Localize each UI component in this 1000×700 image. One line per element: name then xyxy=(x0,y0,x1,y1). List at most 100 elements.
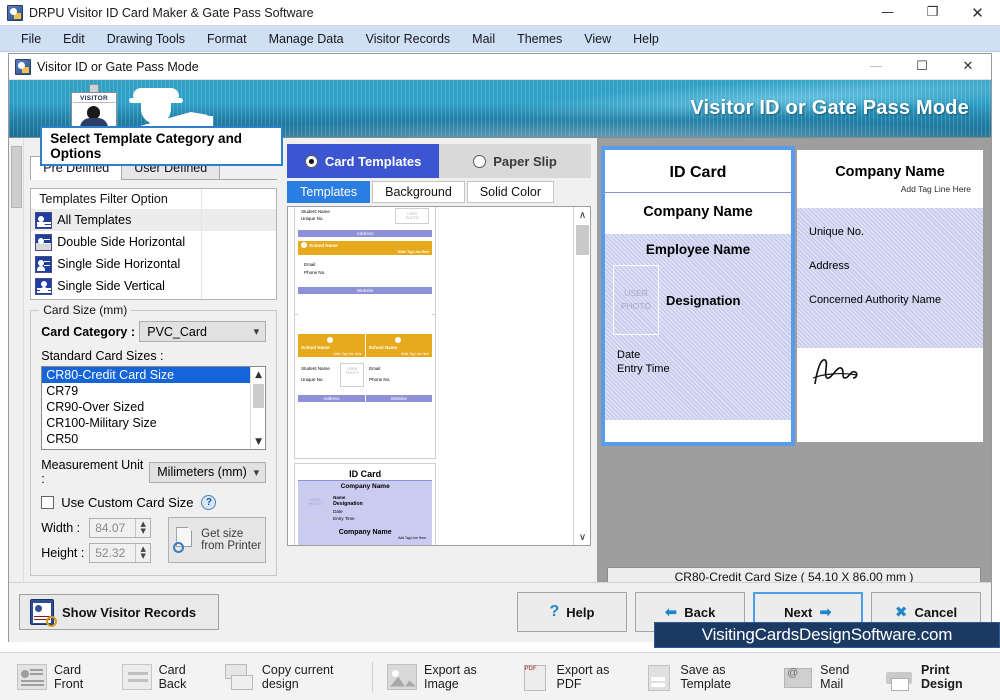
minimize-icon[interactable]: — xyxy=(865,0,910,26)
card-back-preview[interactable]: Company Name Add Tag Line Here Unique No… xyxy=(797,150,983,442)
list-item[interactable]: CR79 xyxy=(42,383,265,399)
sizes-list-scrollbar[interactable]: ▲ ▼ xyxy=(250,367,266,449)
toolbar-save-as-template[interactable]: Save as Template xyxy=(634,663,774,691)
template-thumbnail[interactable]: School Name Write Tag Line Here Student … xyxy=(294,207,437,332)
radio-card-templates[interactable]: Card Templates xyxy=(287,144,440,178)
filter-header: Templates Filter Option xyxy=(39,192,168,206)
height-row: Height : 52.32 ▲ ▼ xyxy=(41,542,168,563)
radio-label: Paper Slip xyxy=(493,153,557,169)
template-thumbnail[interactable]: ID Card Company Name USER PHOTO Name Desi… xyxy=(294,463,437,545)
thumb-text: Email xyxy=(369,366,381,371)
cancel-label: Cancel xyxy=(914,604,958,620)
preview-entry-time: Entry Time xyxy=(617,363,670,375)
thumb-photo-placeholder: USER PHOTO xyxy=(340,363,365,387)
card-category-label: Card Category : xyxy=(41,324,136,339)
templates-scrollbar-thumb[interactable] xyxy=(576,225,589,255)
arrow-left-icon: ⬅ xyxy=(664,603,678,621)
toolbar-card-back[interactable]: Card Back xyxy=(113,663,216,691)
custom-size-row: Use Custom Card Size ? xyxy=(41,495,266,510)
height-stepper[interactable]: 52.32 ▲ ▼ xyxy=(89,542,152,563)
toolbar-export-as-pdf[interactable]: Export as PDF xyxy=(511,663,635,691)
dialog-content: Select Template Category and Options Pre… xyxy=(9,126,991,642)
filter-item-double-side-horizontal[interactable]: Double Side Horizontal xyxy=(31,231,276,253)
printer-page-icon xyxy=(173,527,197,553)
filter-label: All Templates xyxy=(57,213,132,227)
card-category-select[interactable]: PVC_Card ▾ xyxy=(139,321,267,342)
guard-cap-icon xyxy=(133,88,179,98)
close-icon[interactable]: ✕ xyxy=(955,0,1000,26)
menu-file[interactable]: File xyxy=(10,28,52,50)
height-spinner-arrows[interactable]: ▲ ▼ xyxy=(135,543,150,562)
thumb-text: Write Tag Line Here xyxy=(365,351,433,357)
preview-signature xyxy=(797,348,983,389)
dialog-minimize-icon[interactable]: — xyxy=(853,54,899,79)
list-item[interactable]: CR50 xyxy=(42,431,265,447)
radio-label: Card Templates xyxy=(324,153,422,169)
show-visitor-records-button[interactable]: Show Visitor Records xyxy=(19,594,219,630)
list-item[interactable]: CR100-Military Size xyxy=(42,415,265,431)
menu-drawing-tools[interactable]: Drawing Tools xyxy=(96,28,196,50)
menu-mail[interactable]: Mail xyxy=(461,28,506,50)
left-scrollbar[interactable] xyxy=(9,138,25,642)
photo-line-2: PHOTO xyxy=(620,301,652,311)
templates-scrollbar[interactable]: ∧ ∨ xyxy=(573,207,590,545)
filter-label: Single Side Horizontal xyxy=(57,257,181,271)
tab-background[interactable]: Background xyxy=(372,181,465,203)
toolbar-send-mail[interactable]: Send Mail xyxy=(774,663,875,691)
tab-templates[interactable]: Templates xyxy=(287,181,371,203)
dialog-title-bar: Visitor ID or Gate Pass Mode — ☐ ✕ xyxy=(9,54,991,80)
menu-edit[interactable]: Edit xyxy=(52,28,96,50)
left-scrollbar-thumb[interactable] xyxy=(11,146,22,208)
chevron-down-icon: ▾ xyxy=(253,465,260,479)
filter-item-single-side-vertical[interactable]: Single Side Vertical xyxy=(31,275,276,297)
thumb-text: Phone No. xyxy=(304,270,326,275)
scroll-down-icon[interactable]: ▼ xyxy=(251,434,265,449)
list-item[interactable]: CR80-Credit Card Size xyxy=(42,367,266,383)
standard-card-sizes-list[interactable]: CR80-Credit Card Size CR79 CR90-Over Siz… xyxy=(41,366,267,450)
width-stepper[interactable]: 84.07 ▲ ▼ xyxy=(89,517,152,538)
preview-date: Date xyxy=(617,349,641,361)
toolbar-export-as-image[interactable]: Export as Image xyxy=(378,663,511,691)
restore-icon[interactable]: ❐ xyxy=(910,0,955,26)
menu-help[interactable]: Help xyxy=(622,28,670,50)
help-button[interactable]: ? Help xyxy=(517,592,627,632)
thumb-text: School Name xyxy=(298,344,365,351)
measurement-unit-select[interactable]: Milimeters (mm) ▾ xyxy=(149,461,267,483)
thumb-text: Student Name xyxy=(301,209,330,214)
template-thumbnail[interactable]: School Name Write Tag Line Here School N… xyxy=(294,314,437,459)
dialog-maximize-icon[interactable]: ☐ xyxy=(899,54,945,79)
watermark-banner: VisitingCardsDesignSoftware.com xyxy=(654,622,1000,648)
card-front-preview[interactable]: ID Card Company Name Employee Name USER … xyxy=(601,146,795,446)
scroll-up-icon[interactable]: ▲ xyxy=(251,367,265,382)
template-thumbnail-area: School Name Write Tag Line Here Student … xyxy=(287,206,591,546)
filter-item-single-side-horizontal[interactable]: Single Side Horizontal xyxy=(31,253,276,275)
menu-manage-data[interactable]: Manage Data xyxy=(258,28,355,50)
thumb-text: Address xyxy=(298,230,433,237)
filter-item-all-templates[interactable]: All Templates xyxy=(31,209,277,231)
toolbar-card-front[interactable]: Card Front xyxy=(8,663,113,691)
width-label: Width : xyxy=(41,520,81,535)
menu-format[interactable]: Format xyxy=(196,28,258,50)
tab-solid-color[interactable]: Solid Color xyxy=(466,181,554,203)
thumb-text: Date xyxy=(333,509,343,514)
thumb-text: Phone No. xyxy=(369,377,391,382)
menu-view[interactable]: View xyxy=(573,28,622,50)
width-spinner-arrows[interactable]: ▲ ▼ xyxy=(135,518,150,537)
toolbar-print-design[interactable]: Print Design xyxy=(875,663,992,691)
sizes-scrollbar-thumb[interactable] xyxy=(253,384,265,408)
radio-paper-slip[interactable]: Paper Slip xyxy=(439,144,592,178)
thumb-text: Email xyxy=(304,262,316,267)
scroll-down-icon[interactable]: ∨ xyxy=(574,529,591,545)
menu-visitor-records[interactable]: Visitor Records xyxy=(355,28,462,50)
list-item[interactable]: CR90-Over Sized xyxy=(42,399,265,415)
filter-column-separator xyxy=(201,189,203,299)
dialog-close-icon[interactable]: ✕ xyxy=(945,54,991,79)
scroll-up-icon[interactable]: ∧ xyxy=(574,207,591,223)
menu-themes[interactable]: Themes xyxy=(506,28,573,50)
filter-label: Single Side Vertical xyxy=(57,279,165,293)
get-size-from-printer-button[interactable]: Get size from Printer xyxy=(168,517,267,563)
use-custom-card-size-checkbox[interactable] xyxy=(41,496,55,509)
toolbar-copy-current-design[interactable]: Copy current design xyxy=(216,663,367,691)
help-icon[interactable]: ? xyxy=(201,495,217,510)
filter-label: Double Side Horizontal xyxy=(57,235,186,249)
